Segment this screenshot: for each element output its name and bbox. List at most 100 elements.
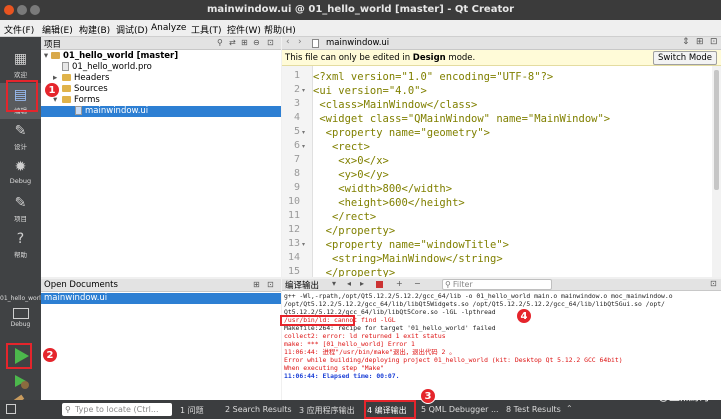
line-number: 4: [293, 112, 300, 123]
fold-marker-icon[interactable]: ▾: [302, 87, 305, 94]
tree-item-label: mainwindow.ui: [85, 106, 149, 116]
locate-input[interactable]: ⚲ Type to locate (Ctrl...: [62, 403, 172, 416]
output-line: /opt/Qt5.12.2/5.12.2/gcc_64/lib/libQt5Wi…: [284, 300, 665, 308]
close-icon[interactable]: ⊡: [710, 37, 718, 47]
tab-test-results[interactable]: 8 Test Results: [506, 405, 561, 414]
mode-debug[interactable]: ✹ Debug: [0, 155, 41, 191]
compile-output-title: 编译输出: [285, 281, 320, 291]
output-line: make: *** [01_hello_world] Error 1: [284, 340, 415, 348]
line-number: 8: [293, 168, 300, 179]
fold-marker-icon[interactable]: ▾: [302, 143, 305, 150]
open-document-label: mainwindow.ui: [44, 293, 108, 303]
open-document-item[interactable]: mainwindow.ui: [41, 293, 281, 304]
mode-label: 帮助: [14, 251, 27, 259]
annotation-badge-2: 2: [42, 347, 58, 363]
line-number: 3: [293, 98, 300, 109]
tree-item-project[interactable]: ▾ 01_hello_world [master]: [41, 51, 281, 62]
chevron-down-icon[interactable]: ⇕: [682, 37, 690, 47]
menu-debug[interactable]: 调试(D): [116, 23, 148, 36]
line-number: 12: [287, 224, 300, 235]
menu-bar: 文件(F) 编辑(E) 构建(B) 调试(D) Analyze 工具(T) 控件…: [0, 20, 721, 37]
code-line: <property name="geometry">: [313, 127, 491, 139]
info-text: This file can only be edited in Design m…: [285, 53, 475, 63]
project-icon: [51, 52, 60, 59]
annotation-box-run: [6, 343, 32, 369]
tab-issues[interactable]: 1 问题: [180, 405, 204, 416]
filter-field[interactable]: ⚲ Filter: [442, 279, 552, 290]
output-line: 11:06:44: Elapsed time: 00:07.: [284, 372, 400, 380]
chevron-up-icon[interactable]: ⌃: [566, 404, 573, 413]
design-icon: ✎: [14, 123, 27, 139]
mode-label: 设计: [14, 143, 27, 151]
title-bar: mainwindow.ui @ 01_hello_world [master] …: [0, 0, 721, 20]
link-icon[interactable]: ⇄: [229, 38, 236, 47]
kit-project: 01_hello_world: [0, 295, 41, 302]
right-arrow-icon[interactable]: ▸: [360, 279, 364, 288]
kit-selector[interactable]: 01_hello_world Debug: [0, 295, 41, 339]
code-editor[interactable]: <?xml version="1.0" encoding="UTF-8"?> <u…: [313, 66, 721, 277]
tree-item-sources[interactable]: ▸Sources: [41, 84, 281, 95]
code-line: <y>0</y>: [313, 169, 389, 181]
project-pane-header: 项目 ⚲ ⇄ ⊞ ⊖ ⊡: [41, 37, 281, 50]
close-icon[interactable]: ⊡: [267, 38, 274, 47]
mode-label: Debug: [9, 177, 32, 185]
fold-marker-icon[interactable]: ▾: [302, 241, 305, 248]
line-number: 11: [287, 210, 300, 221]
sync-icon[interactable]: ⊖: [253, 38, 260, 47]
mode-help[interactable]: ? 帮助: [0, 227, 41, 263]
back-icon[interactable]: ‹: [286, 37, 290, 47]
split-icon[interactable]: ⊞: [253, 280, 260, 289]
tree-item-label: 01_hello_world [master]: [63, 51, 179, 61]
close-icon[interactable]: ⊡: [267, 280, 274, 289]
scrollbar-thumb[interactable]: [714, 70, 719, 190]
monitor-icon: [12, 308, 29, 319]
tab-qml-debugger[interactable]: 5 QML Debugger ...: [421, 405, 499, 414]
forward-icon[interactable]: ›: [298, 37, 302, 47]
project-tree: ▾ 01_hello_world [master] 01_hello_world.…: [41, 50, 281, 277]
mode-projects[interactable]: ✎ 项目: [0, 191, 41, 227]
tab-search-results[interactable]: 2 Search Results: [225, 405, 292, 414]
chevron-down-icon[interactable]: ▾: [332, 279, 336, 288]
left-arrow-icon[interactable]: ◂: [347, 279, 351, 288]
sidebar-toggle-icon[interactable]: [6, 404, 16, 414]
switch-mode-button[interactable]: Switch Mode: [653, 51, 717, 65]
mode-design[interactable]: ✎ 设计: [0, 119, 41, 155]
tree-item-label: Sources: [74, 84, 108, 94]
mode-welcome[interactable]: ▦ 欢迎: [0, 47, 41, 83]
open-documents-list: mainwindow.ui: [41, 292, 281, 400]
tree-item-forms[interactable]: ▾ Forms: [41, 95, 281, 106]
code-line: <height>600</height>: [313, 197, 465, 209]
line-number: 14: [287, 252, 300, 263]
menu-analyze[interactable]: Analyze: [151, 23, 186, 33]
mode-label: 项目: [14, 215, 27, 223]
zoom-out-icon[interactable]: −: [414, 279, 421, 288]
tree-item-pro-file[interactable]: 01_hello_world.pro: [41, 62, 281, 73]
editor-scrollbar[interactable]: [712, 66, 721, 277]
fold-marker-icon[interactable]: ▾: [302, 129, 305, 136]
menu-edit[interactable]: 编辑(E): [42, 23, 73, 36]
tree-item-mainwindow-ui[interactable]: mainwindow.ui: [41, 106, 281, 117]
close-icon[interactable]: ⊡: [710, 279, 717, 288]
stop-icon[interactable]: [376, 281, 383, 288]
debug-run-button[interactable]: [11, 372, 31, 390]
tab-application-output[interactable]: 3 应用程序输出: [299, 405, 355, 416]
line-number: 7: [293, 154, 300, 165]
menu-help[interactable]: 帮助(H): [264, 23, 296, 36]
menu-build[interactable]: 构建(B): [79, 23, 110, 36]
editor-tab[interactable]: mainwindow.ui: [326, 38, 389, 48]
project-pane-title: 项目: [44, 40, 62, 50]
menu-file[interactable]: 文件(F): [4, 23, 34, 36]
filter-icon[interactable]: ⚲: [217, 38, 223, 47]
menu-widget[interactable]: 控件(W): [227, 23, 261, 36]
tree-item-label: Forms: [74, 95, 100, 105]
split-icon[interactable]: ⊞: [696, 37, 704, 47]
tree-item-headers[interactable]: ▸ Headers: [41, 73, 281, 84]
line-number: 15: [287, 266, 300, 277]
compile-output-body[interactable]: g++ -Wl,-rpath,/opt/Qt5.12.2/5.12.2/gcc_…: [282, 291, 721, 400]
menu-tools[interactable]: 工具(T): [191, 23, 222, 36]
annotation-badge-3: 3: [420, 388, 436, 404]
zoom-in-icon[interactable]: +: [396, 279, 403, 288]
split-icon[interactable]: ⊞: [241, 38, 248, 47]
editor-toolbar: ‹ › mainwindow.ui ⇕ ⊞ ⊡: [282, 37, 721, 50]
output-line: g++ -Wl,-rpath,/opt/Qt5.12.2/5.12.2/gcc_…: [284, 292, 673, 300]
